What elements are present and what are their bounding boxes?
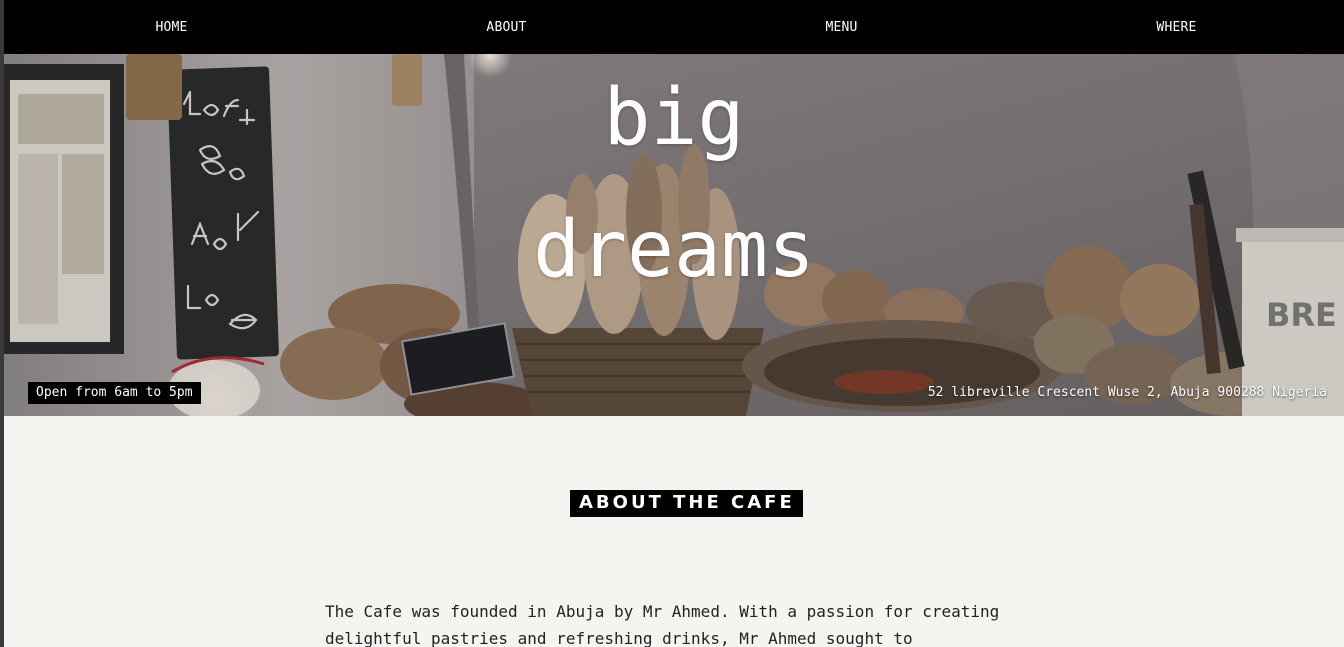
- hero-title-line2: dreams: [533, 205, 815, 295]
- hero-title: big dreams: [4, 54, 1344, 320]
- nav-where-link[interactable]: WHERE: [1009, 20, 1344, 35]
- nav-menu-link[interactable]: MENU: [674, 20, 1009, 35]
- top-navigation: HOME ABOUT MENU WHERE: [4, 0, 1344, 54]
- page: HOME ABOUT MENU WHERE BRE big dreams Ope…: [4, 0, 1344, 647]
- about-heading: ABOUT THE CAFE: [570, 490, 803, 517]
- hero-title-line1: big: [603, 73, 745, 163]
- hero-banner: BRE big dreams Open from 6am to 5pm 52 l…: [4, 54, 1344, 416]
- address-text: 52 libreville Crescent Wuse 2, Abuja 900…: [927, 385, 1327, 400]
- opening-hours-badge: Open from 6am to 5pm: [28, 382, 201, 404]
- about-paragraph: The Cafe was founded in Abuja by Mr Ahme…: [325, 602, 1000, 647]
- nav-about-link[interactable]: ABOUT: [339, 20, 674, 35]
- nav-home-link[interactable]: HOME: [4, 20, 339, 35]
